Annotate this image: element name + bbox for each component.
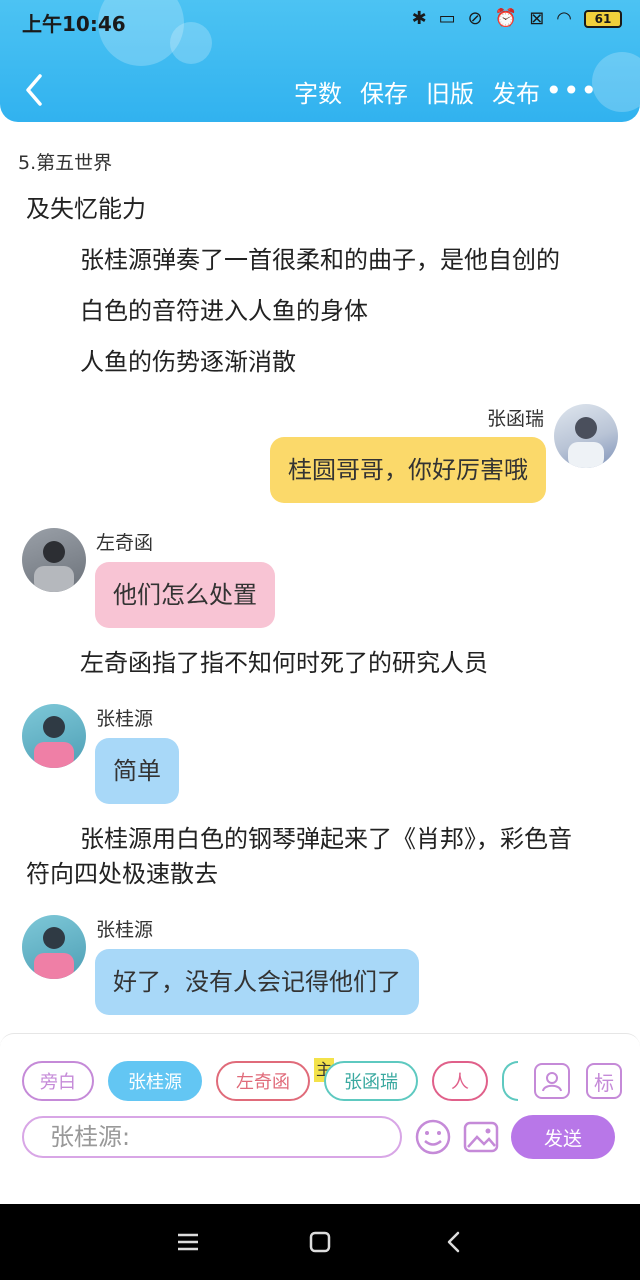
mute-icon: ⊘ [467, 8, 483, 29]
mark-button[interactable]: 标 [586, 1063, 622, 1099]
role-chip-person[interactable]: 人 [432, 1061, 488, 1101]
nav-actions: 字数 保存 旧版 发布 [294, 74, 540, 109]
chapter-title: 5.第五世界 [18, 152, 113, 174]
vibrate-icon: ▭ [438, 8, 456, 29]
paragraph: 张桂源弹奏了一首很柔和的曲子，是他自创的 [80, 246, 560, 274]
status-bar: 上午10:46 ✱ ▭ ⊘ ⏰ ⊠ ◠ 61 [0, 0, 640, 40]
back-nav-icon[interactable] [442, 1230, 466, 1254]
paragraph: 及失忆能力 [26, 195, 146, 223]
status-icons: ✱ ▭ ⊘ ⏰ ⊠ ◠ 61 [412, 8, 622, 29]
input-bar: 旁白 张桂源 左奇函 主 张函瑞 人 标 张桂源: 发送 [0, 1033, 640, 1203]
menu-icon[interactable] [176, 1230, 200, 1254]
battery-icon: 61 [584, 9, 622, 28]
person-icon [542, 1072, 562, 1092]
emoji-icon[interactable] [414, 1118, 452, 1156]
system-navigation-bar [0, 1204, 640, 1280]
avatar-image [568, 417, 604, 468]
more-icon[interactable]: ••• [545, 74, 598, 107]
person-card-icon[interactable] [534, 1063, 570, 1099]
chevron-left-icon [26, 74, 42, 106]
image-icon[interactable] [462, 1118, 500, 1156]
picture-icon [463, 1121, 499, 1153]
save-button[interactable]: 保存 [360, 74, 408, 109]
paragraph: 人鱼的伤势逐渐消散 [80, 348, 296, 376]
paragraph: 左奇函指了指不知何时死了的研究人员 [80, 649, 488, 677]
avatar[interactable] [554, 404, 618, 468]
role-chip-partial[interactable] [502, 1061, 518, 1101]
role-chip-zuoqihan[interactable]: 左奇函 [216, 1061, 310, 1101]
role-chip-narration[interactable]: 旁白 [22, 1061, 94, 1101]
word-count-button[interactable]: 字数 [294, 74, 342, 109]
send-button[interactable]: 发送 [511, 1115, 615, 1159]
avatar[interactable] [22, 528, 86, 592]
message-input[interactable]: 张桂源: [22, 1116, 402, 1158]
message-sender: 张函瑞 [486, 408, 544, 430]
avatar-image [34, 927, 74, 979]
header: 上午10:46 ✱ ▭ ⊘ ⏰ ⊠ ◠ 61 字数 保存 旧版 发布 ••• [0, 0, 640, 122]
message-bubble: 他们怎么处置 [95, 562, 275, 628]
wifi-icon: ◠ [556, 8, 572, 29]
avatar[interactable] [22, 915, 86, 979]
paragraph: 符向四处极速散去 [26, 860, 218, 888]
bluetooth-icon: ✱ [411, 8, 427, 29]
avatar[interactable] [22, 704, 86, 768]
old-version-button[interactable]: 旧版 [426, 74, 474, 109]
role-chip-zhangguiyuan[interactable]: 张桂源 [108, 1061, 202, 1101]
message-sender: 左奇函 [96, 532, 154, 554]
message-bubble: 简单 [95, 738, 179, 804]
publish-button[interactable]: 发布 [492, 74, 540, 109]
message-bubble: 桂圆哥哥，你好厉害哦 [270, 437, 546, 503]
alarm-icon: ⏰ [494, 8, 518, 29]
paragraph: 张桂源用白色的钢琴弹起来了《肖邦》，彩色音 [80, 825, 572, 853]
avatar-image [34, 541, 74, 592]
back-button[interactable] [18, 68, 58, 112]
message-bubble: 好了，没有人会记得他们了 [95, 949, 419, 1015]
sim-off-icon: ⊠ [529, 8, 545, 29]
paragraph: 白色的音符进入人鱼的身体 [80, 297, 368, 325]
home-icon[interactable] [308, 1230, 332, 1254]
status-time: 上午10:46 [22, 12, 126, 36]
smiley-icon [415, 1119, 451, 1155]
message-sender: 张桂源 [96, 708, 154, 730]
message-sender: 张桂源 [96, 919, 154, 941]
navbar: 字数 保存 旧版 发布 ••• [0, 60, 640, 120]
avatar-image [34, 716, 74, 768]
role-chip-zhanghanrui[interactable]: 张函瑞 [324, 1061, 418, 1101]
